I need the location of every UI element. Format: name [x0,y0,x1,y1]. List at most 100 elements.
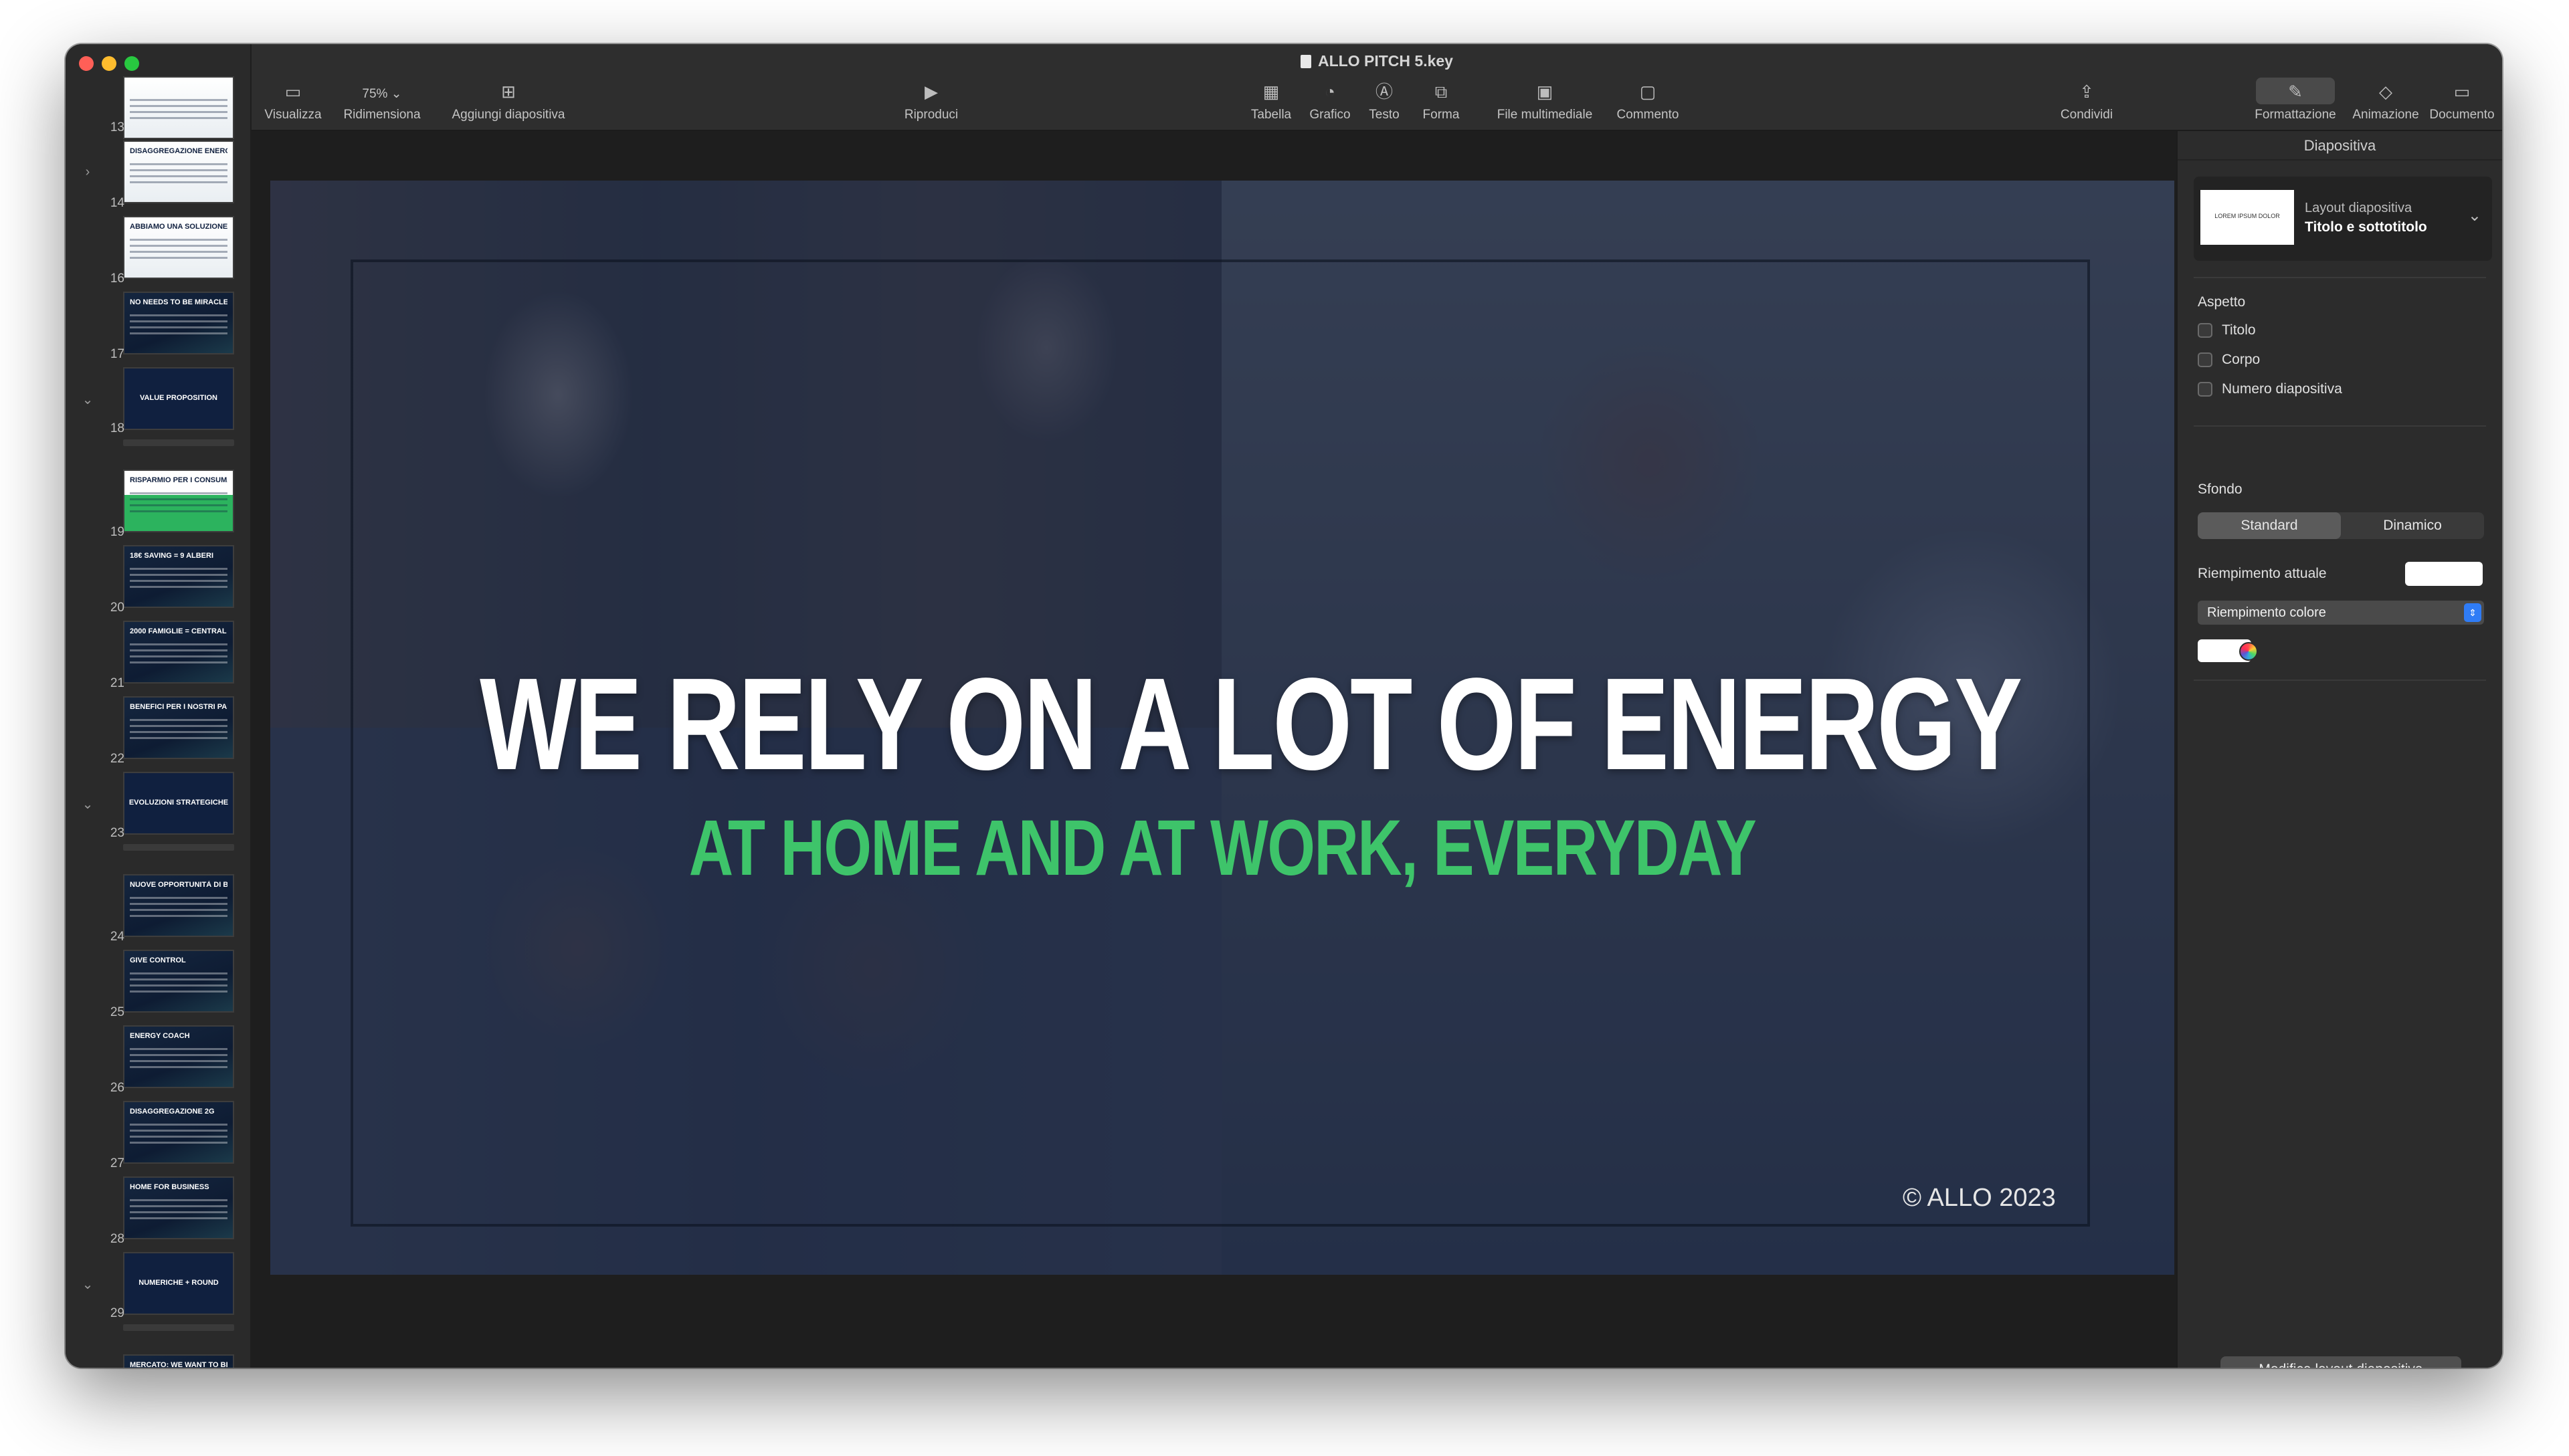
view-button[interactable]: ▭ Visualizza [261,82,325,122]
thumbnail-content [130,1048,227,1072]
slide-thumbnail[interactable]: HOME FOR BUSINESS [123,1176,234,1239]
slide-navigator[interactable]: 13 DISAGGREGAZIONE ENERGETICA 14 › ABBIAMO U… [66,44,252,1368]
format-label: Formattazione [2255,108,2336,122]
slide-thumbnail[interactable]: NUMERICHE + ROUND [123,1252,234,1315]
slide-thumbnail-row[interactable]: GIVE CONTROL 25 [66,950,250,1025]
slide-thumbnail[interactable] [123,76,234,139]
media-button[interactable]: ▣ File multimediale [1488,82,1602,122]
close-button[interactable] [79,56,94,71]
slide-thumbnail-row[interactable]: ABBIAMO UNA SOLUZIONE PER TUTTI 16 [66,216,250,292]
slide-thumbnail[interactable]: BENEFICI PER I NOSTRI PARTNER [123,696,234,759]
zoom-button[interactable]: 75% ⌄ Ridimensiona [339,82,425,122]
slide-thumbnail[interactable]: DISAGGREGAZIONE ENERGETICA [123,140,234,203]
slide-thumbnail-row[interactable]: EVOLUZIONI STRATEGICHE 23 ⌄ [66,772,250,874]
checkbox-box[interactable] [2198,323,2212,338]
slide-thumbnail[interactable]: ENERGY COACH [123,1025,234,1088]
play-button[interactable]: ▶ Riproduci [891,82,971,122]
thumbnail-content [130,643,227,667]
slide-thumbnail-row[interactable]: VALUE PROPOSITION 18 ⌄ [66,367,250,470]
slide-thumbnail-row[interactable]: MERCATO: WE WANT TO BE GLOBAL [66,1354,250,1368]
divider [2194,425,2486,427]
thumbnail-title: ABBIAMO UNA SOLUZIONE PER TUTTI [130,223,227,231]
shape-label: Forma [1422,108,1460,122]
slide-thumbnail[interactable]: EVOLUZIONI STRATEGICHE [123,772,234,835]
thumbnail-title: DISAGGREGAZIONE 2G [130,1108,215,1116]
maximize-button[interactable] [124,56,139,71]
current-fill-swatch[interactable] [2405,562,2483,586]
slide-thumbnail-row[interactable]: BENEFICI PER I NOSTRI PARTNER 22 [66,696,250,772]
slide-thumbnail[interactable]: MERCATO: WE WANT TO BE GLOBAL [123,1354,234,1368]
slide-layout-selector[interactable]: LOREM IPSUM DOLOR Layout diapositiva Tit… [2194,177,2492,261]
share-button[interactable]: ⇪ Condividi [2050,82,2123,122]
fill-type-value: Riempimento colore [2207,605,2326,620]
chevron-down-icon[interactable]: ⌄ [80,1277,95,1292]
slide-thumbnail[interactable]: DISAGGREGAZIONE 2G [123,1101,234,1164]
slide-thumbnail-row[interactable]: 2000 FAMIGLIE = CENTRAL PARK 21 [66,621,250,696]
add-slide-button[interactable]: ⊞ Aggiungi diapositiva [442,82,575,122]
chevron-down-icon[interactable]: ⌄ [2468,206,2481,225]
chevron-down-icon[interactable]: ⌄ [80,797,95,812]
standard-option[interactable]: Standard [2198,512,2341,539]
format-tab[interactable]: ✎ Formattazione [2248,82,2343,122]
document-title: ALLO PITCH 5.key [252,52,2502,70]
title-checkbox[interactable]: Titolo [2198,322,2256,338]
slide-subtitle[interactable]: AT HOME AND AT WORK, EVERYDAY [480,803,1965,894]
slide-thumbnail-row[interactable]: DISAGGREGAZIONE 2G 27 [66,1101,250,1176]
thumbnail-content [130,897,227,921]
keynote-file-icon [1301,55,1312,68]
slide-thumbnail[interactable]: 2000 FAMIGLIE = CENTRAL PARK [123,621,234,684]
slide-thumbnail-row[interactable]: 13 [66,76,250,140]
body-checkbox[interactable]: Corpo [2198,352,2260,368]
zoom-dropdown[interactable]: 75% ⌄ [339,82,425,102]
chart-button[interactable]: ◔ Grafico [1302,82,1358,122]
slide-canvas[interactable]: WE RELY ON A LOT OF ENERGY AT HOME AND A… [252,131,2176,1368]
slide-thumbnail-row[interactable]: RISPARMIO PER I CONSUMATORI 19 [66,470,250,545]
slide-title[interactable]: WE RELY ON A LOT OF ENERGY [480,649,2022,799]
document-tab[interactable]: ▭ Documento [2423,82,2501,122]
slide-number: 24 [110,930,124,944]
zoom-label: Ridimensiona [343,108,421,122]
section-divider [123,439,234,446]
slide-thumbnail[interactable]: 18€ SAVING = 9 ALBERI [123,545,234,608]
table-button[interactable]: ▦ Tabella [1243,82,1299,122]
edit-slide-layout-button[interactable]: Modifica layout diapositiva [2220,1356,2461,1368]
slide-thumbnail[interactable]: ABBIAMO UNA SOLUZIONE PER TUTTI [123,216,234,279]
minimize-button[interactable] [102,56,116,71]
background-mode-segmented[interactable]: Standard Dinamico [2198,512,2484,539]
copyright-text[interactable]: © ALLO 2023 [1903,1184,2056,1213]
slide-thumbnail-row[interactable]: 18€ SAVING = 9 ALBERI 20 [66,545,250,621]
fill-type-select[interactable]: Riempimento colore ⇕ [2198,601,2484,625]
chart-icon: ◔ [1325,82,1335,102]
slide-thumbnail-row[interactable]: DISAGGREGAZIONE ENERGETICA 14 › [66,140,250,216]
chevron-down-icon[interactable]: ⌄ [80,393,95,407]
thumbnail-title: BENEFICI PER I NOSTRI PARTNER [130,703,227,711]
slide-number-checkbox[interactable]: Numero diapositiva [2198,381,2342,397]
animate-tab[interactable]: ◇ Animazione [2346,82,2426,122]
thumbnail-content [130,1199,227,1223]
current-fill-label: Riempimento attuale [2198,566,2327,581]
slide-thumbnail-row[interactable]: HOME FOR BUSINESS 28 [66,1176,250,1252]
shape-button[interactable]: ⧉ Forma [1414,82,1468,122]
table-label: Tabella [1250,108,1292,122]
chevron-right-icon[interactable]: › [80,165,95,179]
slide-number: 23 [110,826,124,840]
comment-button[interactable]: ▢ Commento [1611,82,1685,122]
slide-thumbnail-row[interactable]: NO NEEDS TO BE MIRACLE TESLA 17 [66,292,250,367]
title-checkbox-label: Titolo [2222,322,2256,338]
thumbnail-content [130,492,227,516]
section-divider [123,844,234,851]
checkbox-box[interactable] [2198,352,2212,367]
slide-thumbnail[interactable]: NO NEEDS TO BE MIRACLE TESLA [123,292,234,354]
slide-thumbnail-row[interactable]: NUMERICHE + ROUND 29 ⌄ [66,1252,250,1354]
dynamic-option[interactable]: Dinamico [2341,512,2484,539]
slide-thumbnail[interactable]: NUOVE OPPORTUNITÀ DI BUSINESS [123,874,234,937]
slide-thumbnail-row[interactable]: NUOVE OPPORTUNITÀ DI BUSINESS 24 [66,874,250,950]
slide-thumbnail-row[interactable]: ENERGY COACH 26 [66,1025,250,1101]
current-slide[interactable]: WE RELY ON A LOT OF ENERGY AT HOME AND A… [270,181,2174,1275]
slide-thumbnail[interactable]: RISPARMIO PER I CONSUMATORI [123,470,234,532]
checkbox-box[interactable] [2198,382,2212,397]
slide-thumbnail[interactable]: VALUE PROPOSITION [123,367,234,430]
color-wheel-icon[interactable] [2239,642,2258,661]
slide-thumbnail[interactable]: GIVE CONTROL [123,950,234,1013]
text-button[interactable]: Ⓐ Testo [1359,82,1409,122]
